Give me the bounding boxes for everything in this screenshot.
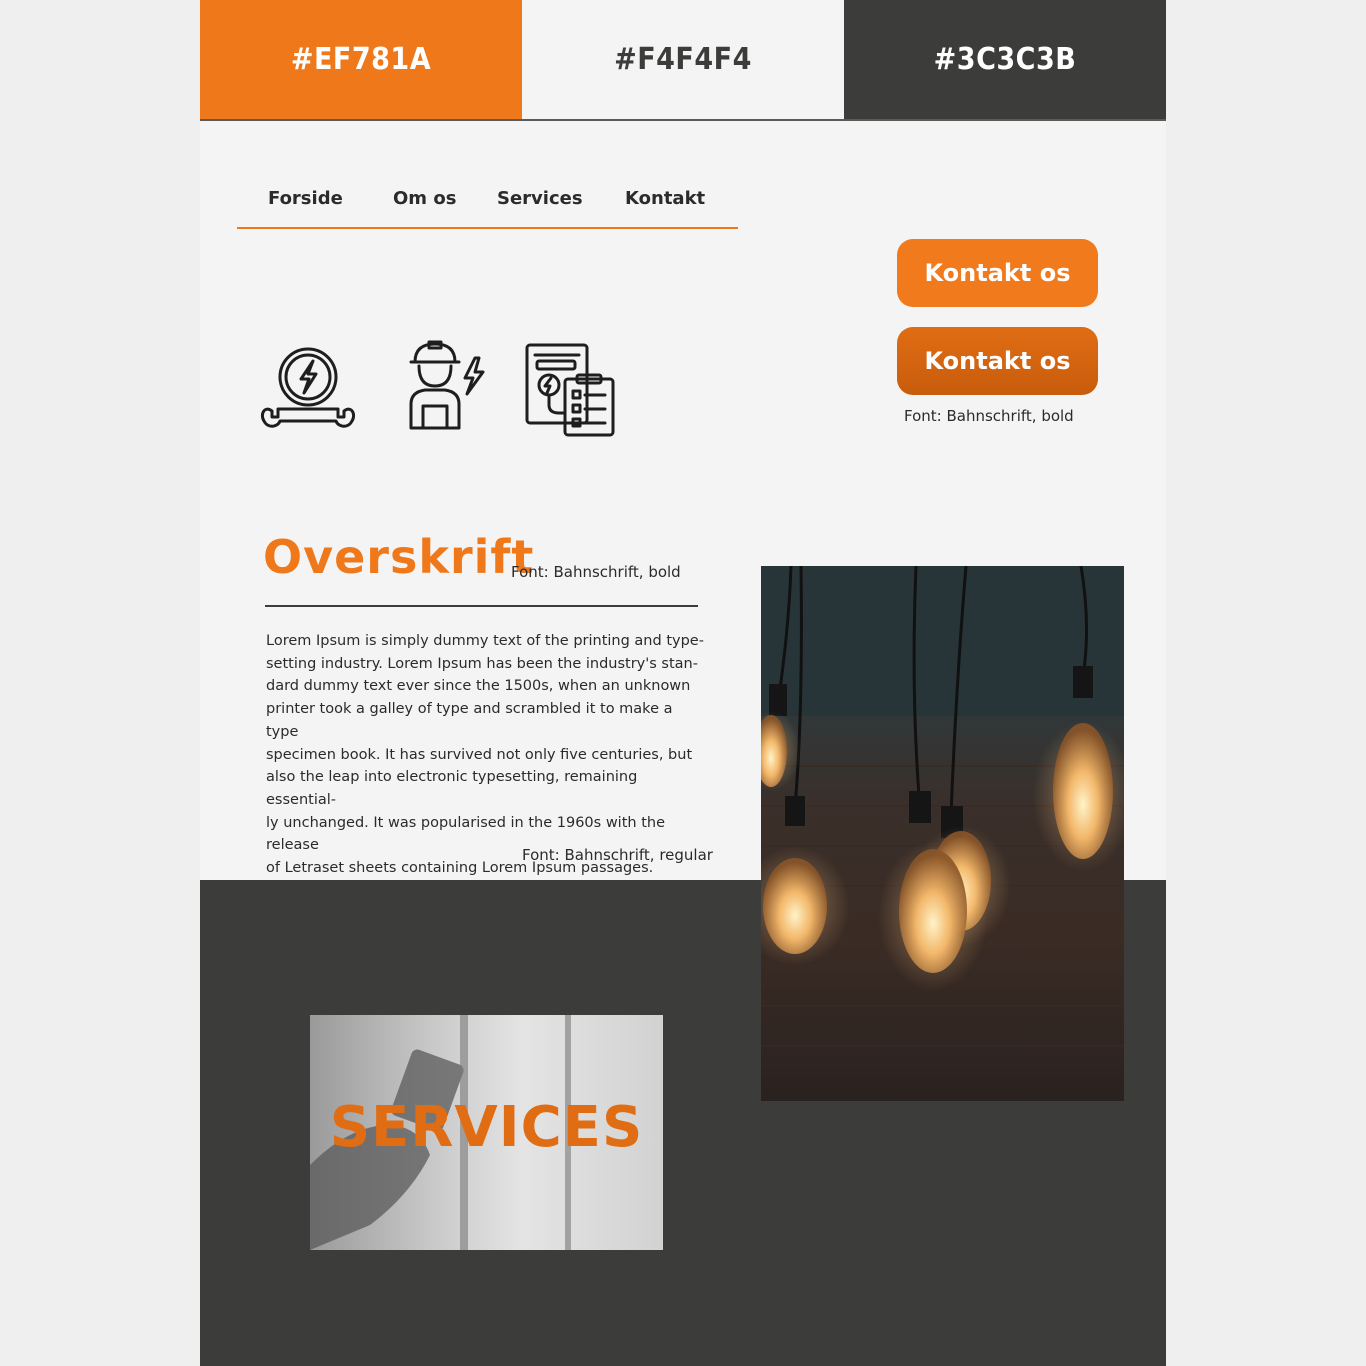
- light-bulbs-illustration: [761, 566, 1124, 1047]
- body-line: Lorem Ipsum is simply dummy text of the …: [266, 633, 704, 649]
- body-line: also the leap into electronic typesettin…: [266, 769, 638, 808]
- body-line: setting industry. Lorem Ipsum has been t…: [266, 655, 698, 672]
- swatch-orange: #EF781A: [200, 0, 522, 119]
- swatch-divider: [200, 119, 1166, 121]
- electrical-checklist-icon: [525, 343, 615, 437]
- swatch-light: #F4F4F4: [522, 0, 844, 119]
- body-line: dard dummy text ever since the 1500s, wh…: [266, 678, 691, 695]
- style-guide-sheet: #EF781A #F4F4F4 #3C3C3B Forside Om os Se…: [200, 0, 1166, 1366]
- body-paragraph: Lorem Ipsum is simply dummy text of the …: [266, 630, 706, 880]
- contact-button[interactable]: Kontakt os: [897, 239, 1098, 307]
- swatch-dark: #3C3C3B: [844, 0, 1166, 119]
- heading-font-note: Font: Bahnschrift, bold: [511, 563, 681, 581]
- electrician-worker-icon: [409, 340, 485, 430]
- contact-button-hover[interactable]: Kontakt os: [897, 327, 1098, 395]
- nav-item-kontakt[interactable]: Kontakt: [625, 188, 705, 209]
- button-font-note: Font: Bahnschrift, bold: [904, 407, 1074, 425]
- body-line: specimen book. It has survived not only …: [266, 746, 693, 763]
- nav-item-forside[interactable]: Forside: [268, 188, 343, 209]
- page-heading: Overskrift: [263, 530, 535, 584]
- nav-underline: [237, 227, 738, 229]
- heading-divider: [265, 605, 698, 607]
- body-line: printer took a galley of type and scramb…: [266, 701, 673, 740]
- light-bulbs-photo: [761, 566, 1124, 1101]
- services-label: SERVICES: [329, 1095, 644, 1160]
- services-tile[interactable]: SERVICES: [310, 1015, 663, 1250]
- nav-item-services[interactable]: Services: [497, 188, 583, 209]
- nav-item-om-os[interactable]: Om os: [393, 188, 456, 209]
- body-font-note: Font: Bahnschrift, regular: [522, 846, 713, 864]
- electric-repair-icon: [260, 347, 356, 428]
